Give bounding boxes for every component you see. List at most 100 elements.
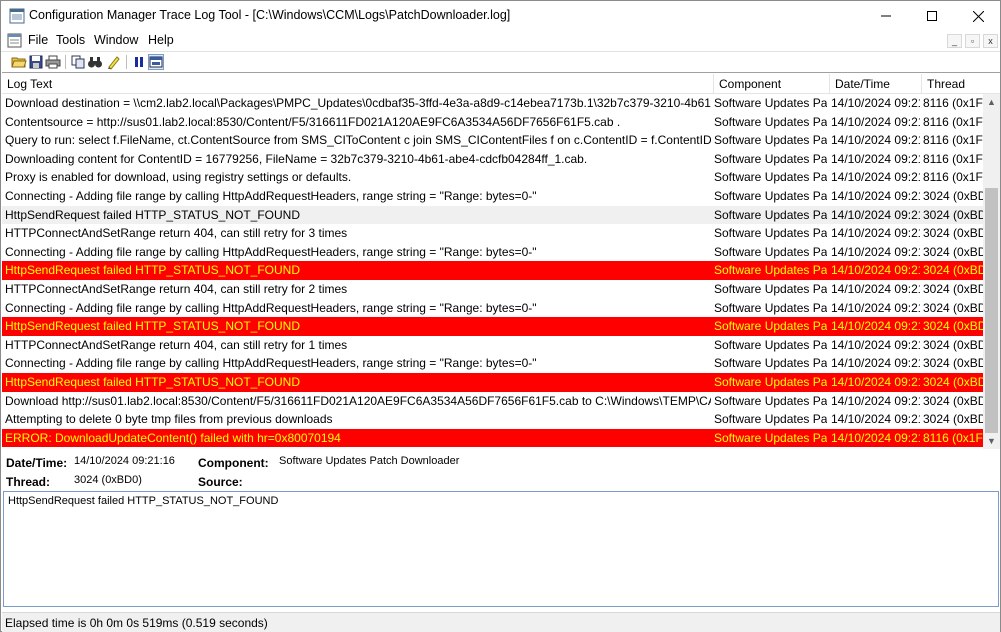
print-icon[interactable]	[45, 54, 61, 70]
table-row[interactable]: Downloading content for ContentID = 1677…	[2, 150, 983, 169]
table-row[interactable]: Download http://sus01.lab2.local:8530/Co…	[2, 392, 983, 411]
cell-log-text: Query to run: select f.FileName, ct.Cont…	[5, 133, 711, 148]
table-row[interactable]: Contentsource = http://sus01.lab2.local:…	[2, 113, 983, 132]
table-row[interactable]: Connecting - Adding file range by callin…	[2, 299, 983, 318]
table-row[interactable]: Connecting - Adding file range by callin…	[2, 354, 983, 373]
toolbar-separator	[126, 55, 127, 69]
save-icon[interactable]	[28, 54, 44, 70]
cell-component: Software Updates Patc	[714, 282, 827, 296]
table-row[interactable]: HttpSendRequest failed HTTP_STATUS_NOT_F…	[2, 261, 983, 280]
cell-datetime: 14/10/2024 09:21	[831, 430, 920, 445]
table-row[interactable]: Attempting to delete 0 byte tmp files fr…	[2, 410, 983, 429]
table-row[interactable]: HTTPConnectAndSetRange return 404, can s…	[2, 280, 983, 299]
cell-datetime: 14/10/2024 09:21	[831, 96, 920, 110]
component-label: Component:	[198, 456, 269, 470]
minimize-icon	[881, 15, 891, 17]
menu-bar: File Tools Window Help _ ▫ x	[1, 31, 1000, 51]
scroll-down-icon[interactable]: ▼	[983, 433, 1000, 450]
cell-thread: 8116 (0x1FI	[923, 151, 983, 166]
cell-thread: 8116 (0x1FI	[923, 133, 983, 148]
cell-log-text: HttpSendRequest failed HTTP_STATUS_NOT_F…	[5, 207, 300, 222]
cell-thread: 3024 (0xBD	[923, 319, 983, 334]
cell-datetime: 14/10/2024 09:21	[831, 207, 920, 222]
table-row[interactable]: HttpSendRequest failed HTTP_STATUS_NOT_F…	[2, 205, 983, 225]
menu-file[interactable]: File	[28, 33, 48, 47]
cell-component: Software Updates Patc	[714, 412, 827, 427]
cell-component: Software Updates Patc	[714, 244, 827, 259]
table-row[interactable]: HttpSendRequest failed HTTP_STATUS_NOT_F…	[2, 317, 983, 336]
cell-thread: 3024 (0xBD	[923, 356, 983, 371]
title-bar[interactable]: Configuration Manager Trace Log Tool - […	[1, 1, 1000, 31]
mdi-minimize-button[interactable]: _	[947, 34, 962, 48]
cell-component: Software Updates Patc	[714, 430, 827, 445]
table-row[interactable]: HTTPConnectAndSetRange return 404, can s…	[2, 224, 983, 243]
cell-datetime: 14/10/2024 09:21	[831, 170, 920, 185]
open-icon[interactable]	[11, 54, 27, 70]
menu-help[interactable]: Help	[148, 33, 174, 47]
cell-log-text: HTTPConnectAndSetRange return 404, can s…	[5, 226, 348, 241]
table-row[interactable]: Connecting - Adding file range by callin…	[2, 243, 983, 262]
cell-datetime: 14/10/2024 09:21	[831, 356, 920, 371]
message-textbox[interactable]: HttpSendRequest failed HTTP_STATUS_NOT_F…	[3, 491, 999, 607]
table-row[interactable]: HTTPConnectAndSetRange return 404, can s…	[2, 336, 983, 355]
cell-component: Software Updates Patc	[714, 151, 827, 166]
find-icon[interactable]	[87, 54, 103, 70]
menu-tools[interactable]: Tools	[56, 33, 85, 47]
column-header-thread[interactable]: Thread	[922, 74, 1000, 94]
cell-thread: 3024 (0xBD	[923, 282, 983, 296]
table-row[interactable]: Connecting - Adding file range by callin…	[2, 187, 983, 206]
cell-datetime: 14/10/2024 09:21	[831, 319, 920, 334]
log-rows: Download destination = \\cm2.lab2.local\…	[2, 94, 983, 450]
cell-component: Software Updates Patc	[714, 356, 827, 371]
cell-log-text: HttpSendRequest failed HTTP_STATUS_NOT_F…	[5, 319, 300, 334]
status-bar: Elapsed time is 0h 0m 0s 519ms (0.519 se…	[2, 612, 1000, 632]
table-row[interactable]: Download destination = \\cm2.lab2.local\…	[2, 94, 983, 113]
cell-datetime: 14/10/2024 09:21	[831, 282, 920, 296]
cell-log-text: Connecting - Adding file range by callin…	[5, 189, 537, 203]
maximize-button[interactable]	[909, 1, 955, 31]
table-row[interactable]: ERROR: DownloadUpdateContent() failed wi…	[2, 428, 983, 448]
cell-component: Software Updates Patc	[714, 133, 827, 148]
cell-log-text: Contentsource = http://sus01.lab2.local:…	[5, 114, 621, 129]
details-panel: Date/Time: 14/10/2024 09:21:16 Component…	[2, 449, 1000, 491]
pause-icon[interactable]	[131, 54, 147, 70]
cell-datetime: 14/10/2024 09:21	[831, 226, 920, 241]
datetime-label: Date/Time:	[6, 456, 68, 470]
cell-log-text: HTTPConnectAndSetRange return 404, can s…	[5, 282, 348, 296]
cell-thread: 3024 (0xBD	[923, 300, 983, 315]
cell-log-text: HttpSendRequest failed HTTP_STATUS_NOT_F…	[5, 263, 300, 278]
thread-label: Thread:	[6, 475, 51, 489]
mdi-restore-button[interactable]: ▫	[965, 34, 980, 48]
close-button[interactable]	[955, 1, 1001, 31]
cell-component: Software Updates Patc	[714, 375, 827, 389]
scroll-up-icon[interactable]: ▲	[983, 94, 1000, 111]
close-icon	[972, 10, 984, 22]
highlight-icon[interactable]	[106, 54, 122, 70]
error-lookup-icon[interactable]	[148, 54, 164, 70]
cell-log-text: HttpSendRequest failed HTTP_STATUS_NOT_F…	[5, 375, 300, 389]
copy-icon[interactable]	[70, 54, 86, 70]
mdi-close-button[interactable]: x	[983, 34, 998, 48]
cell-thread: 8116 (0x1FI	[923, 430, 983, 445]
cell-thread: 3024 (0xBD	[923, 207, 983, 222]
cell-component: Software Updates Patc	[714, 337, 827, 352]
minimize-button[interactable]	[863, 1, 909, 31]
column-header-component[interactable]: Component	[714, 74, 830, 94]
column-header-datetime[interactable]: Date/Time	[830, 74, 922, 94]
datetime-value: 14/10/2024 09:21:16	[74, 455, 175, 467]
vertical-scrollbar[interactable]: ▲ ▼	[983, 94, 1000, 450]
column-header-log-text[interactable]: Log Text	[2, 74, 714, 94]
cell-log-text: Proxy is enabled for download, using reg…	[5, 170, 352, 185]
table-row[interactable]: HttpSendRequest failed HTTP_STATUS_NOT_F…	[2, 373, 983, 392]
cell-thread: 3024 (0xBD	[923, 244, 983, 259]
document-icon[interactable]	[7, 33, 22, 48]
message-text: HttpSendRequest failed HTTP_STATUS_NOT_F…	[8, 495, 279, 507]
cell-datetime: 14/10/2024 09:21	[831, 133, 920, 148]
cell-datetime: 14/10/2024 09:21	[831, 114, 920, 129]
cell-log-text: Download destination = \\cm2.lab2.local\…	[5, 96, 711, 110]
menu-window[interactable]: Window	[94, 33, 138, 47]
scroll-thumb[interactable]	[985, 188, 998, 433]
table-row[interactable]: Query to run: select f.FileName, ct.Cont…	[2, 131, 983, 150]
log-grid[interactable]: Log Text Component Date/Time Thread Down…	[2, 72, 1000, 450]
table-row[interactable]: Proxy is enabled for download, using reg…	[2, 168, 983, 187]
